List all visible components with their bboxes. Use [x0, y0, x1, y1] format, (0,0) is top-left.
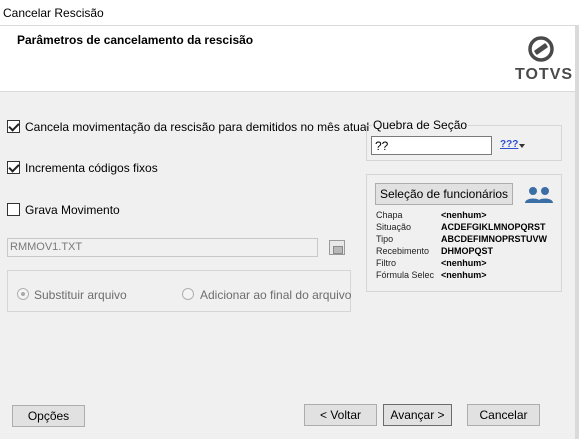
section-picker-button[interactable]: ??? [499, 139, 527, 153]
back-button[interactable]: < Voltar [304, 404, 377, 426]
increment-codes-checkbox[interactable] [7, 161, 20, 174]
save-movement-label[interactable]: Grava Movimento [25, 203, 120, 217]
append-file-radio[interactable] [182, 288, 194, 300]
totvs-logo-icon [528, 36, 554, 62]
chapa-value: <nenhum> [441, 210, 487, 220]
tipo-key: Tipo [376, 234, 394, 244]
title-bar: Cancelar Rescisão [0, 0, 579, 26]
window-edge [575, 26, 579, 439]
chevron-down-icon [519, 144, 525, 148]
section-break-input[interactable]: ?? [371, 136, 492, 155]
chapa-key: Chapa [376, 210, 403, 220]
section-break-label: Quebra de Seção [372, 118, 469, 132]
save-movement-checkbox[interactable] [7, 203, 20, 216]
recebimento-value: DHMOPQST [441, 246, 494, 256]
cancel-button[interactable]: Cancelar [467, 404, 540, 426]
tipo-value: ABCDEFIMNOPRSTUVW [441, 234, 547, 244]
increment-codes-label[interactable]: Incrementa códigos fixos [25, 161, 158, 175]
replace-file-radio[interactable] [17, 288, 29, 300]
filtro-key: Filtro [376, 258, 396, 268]
totvs-logo: TOTVS [512, 34, 572, 86]
next-button[interactable]: Avançar > [383, 404, 452, 426]
logo-text: TOTVS [515, 66, 574, 83]
window-title: Cancelar Rescisão [3, 6, 104, 20]
replace-file-label[interactable]: Substituir arquivo [34, 288, 127, 302]
situacao-key: Situação [376, 222, 412, 232]
file-path-input[interactable]: RMMOV1.TXT [7, 238, 318, 257]
situacao-value: ACDEFGIKLMNOPQRST [441, 222, 546, 232]
formula-value: <nenhum> [441, 270, 487, 280]
cancel-movement-checkbox[interactable] [7, 120, 20, 133]
cancel-movement-label[interactable]: Cancela movimentação da rescisão para de… [25, 120, 369, 134]
filtro-value: <nenhum> [441, 258, 487, 268]
append-file-label[interactable]: Adicionar ao final do arquivo [200, 288, 351, 302]
recebimento-key: Recebimento [376, 246, 430, 256]
people-icon [525, 187, 553, 203]
browse-file-button[interactable] [329, 240, 345, 255]
employee-selection-button[interactable]: Seleção de funcionários [375, 183, 513, 205]
options-button[interactable]: Opções [12, 405, 85, 427]
section-picker-icon: ??? [500, 139, 519, 150]
formula-key: Fórmula Selec [376, 270, 435, 280]
page-heading: Parâmetros de cancelamento da rescisão [17, 33, 254, 47]
wizard-header: Parâmetros de cancelamento da rescisão T… [0, 26, 579, 92]
